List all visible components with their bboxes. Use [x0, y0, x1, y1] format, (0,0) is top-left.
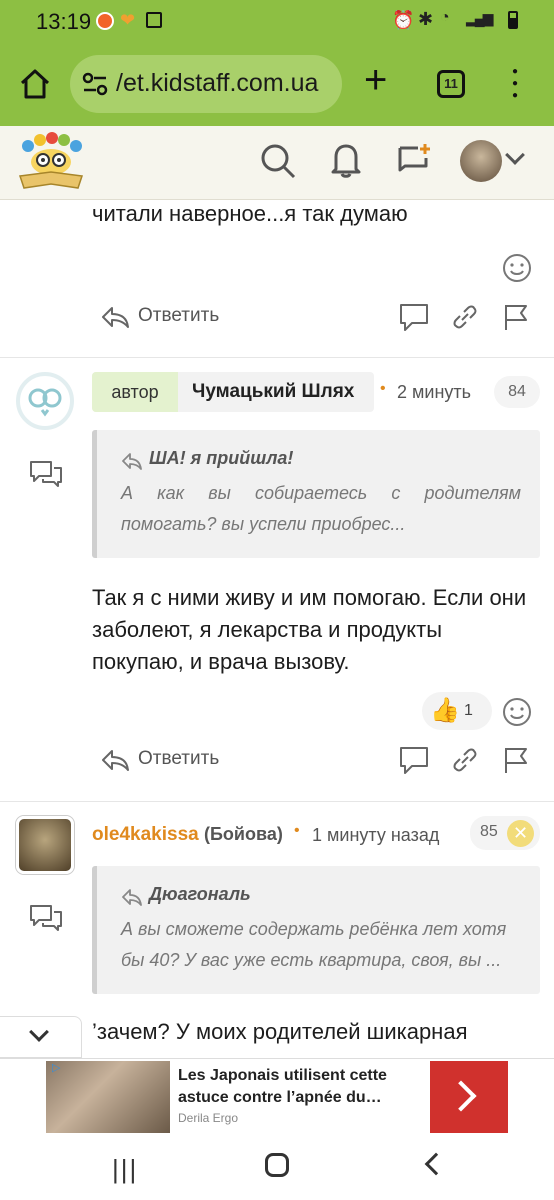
- reply-label: Ответить: [138, 748, 220, 769]
- avatar[interactable]: [16, 816, 74, 874]
- link-icon[interactable]: [452, 747, 478, 773]
- back-icon[interactable]: [424, 1152, 448, 1176]
- comment-divider: [0, 801, 554, 802]
- flag-icon[interactable]: [502, 745, 530, 775]
- comment-text: ’зачем? У моих родителей шикарная: [92, 1019, 468, 1044]
- ad-open-button[interactable]: [430, 1061, 508, 1133]
- search-icon[interactable]: [259, 142, 297, 180]
- browser-toolbar: /et.kidstaff.com.ua + 11 ● ● ●: [0, 44, 554, 126]
- comment-icon[interactable]: [398, 302, 430, 332]
- ad-image: [46, 1061, 170, 1133]
- user-avatar[interactable]: [460, 140, 502, 182]
- notification-icon: [96, 12, 114, 30]
- image-icon: [146, 12, 162, 28]
- author-name[interactable]: ole4kakissa: [92, 824, 199, 846]
- comment-time: 1 минуту назад: [312, 825, 440, 845]
- quote-author[interactable]: ША! я прийшла!: [149, 448, 293, 469]
- author-name[interactable]: Чумацький Шлях: [192, 381, 354, 403]
- thumbs-up-icon: 👍: [430, 697, 460, 724]
- ad-title: Les Japonais utilisent cette astuce cont…: [178, 1067, 387, 1106]
- quote-block: Дюагональ А вы сможете содержать ребёнка…: [92, 866, 540, 994]
- reply-icon: [122, 889, 142, 906]
- link-icon[interactable]: [452, 304, 478, 330]
- new-message-icon[interactable]: [396, 142, 432, 178]
- url-bar[interactable]: /et.kidstaff.com.ua: [70, 55, 342, 113]
- home-icon[interactable]: [18, 67, 52, 101]
- emoji-reaction-icon[interactable]: [502, 253, 532, 283]
- reply-icon: [122, 453, 142, 470]
- close-icon[interactable]: ✕: [507, 820, 534, 847]
- quote-author[interactable]: Дюагональ: [149, 884, 251, 905]
- menu-icon[interactable]: ● ● ●: [512, 66, 520, 102]
- ad-source: Derila Ergo: [178, 1111, 239, 1125]
- home-button-icon[interactable]: [265, 1153, 289, 1177]
- status-bar: 13:19 ❤ ⏰ ✱ ◔ ▂▄▆: [0, 0, 554, 44]
- heart-icon: ❤: [120, 10, 136, 30]
- comment-text: Так я с ними живу и им помогаю. Если они…: [92, 585, 527, 674]
- new-tab-icon[interactable]: +: [364, 58, 387, 103]
- tab-count-button[interactable]: 11: [437, 70, 465, 98]
- comment-counter: 84: [494, 376, 540, 408]
- url-text: /et.kidstaff.com.ua: [116, 69, 319, 97]
- emoji-reaction-icon[interactable]: [502, 697, 532, 727]
- reply-label: Ответить: [138, 305, 220, 326]
- chevron-down-icon: [29, 1022, 49, 1042]
- system-nav-bar: |||: [0, 1134, 554, 1200]
- battery-icon: [508, 11, 518, 29]
- separator-dot: •: [294, 822, 300, 839]
- recent-apps-icon[interactable]: |||: [112, 1154, 138, 1185]
- chevron-right-icon: [445, 1080, 477, 1112]
- comment-divider: [0, 357, 554, 358]
- flag-icon[interactable]: [502, 302, 530, 332]
- comment-text: читали наверное...я так думаю: [92, 201, 408, 226]
- author-note: (Бойова): [204, 824, 283, 844]
- author-badge: автор: [92, 372, 178, 412]
- private-message-icon[interactable]: [29, 460, 63, 488]
- site-settings-icon[interactable]: [82, 72, 108, 96]
- separator-dot: •: [380, 380, 386, 397]
- bell-icon[interactable]: [330, 141, 362, 179]
- quote-text: А как вы собираетесь с родителям помогат…: [121, 483, 521, 534]
- site-header: [0, 126, 554, 200]
- quote-text: А вы сможете содержать ребёнка лет хотя …: [121, 919, 507, 970]
- wifi-icon: ◔: [440, 9, 450, 26]
- reply-button[interactable]: Ответить: [100, 303, 240, 333]
- bluetooth-icon: ✱: [418, 9, 434, 29]
- chevron-down-icon[interactable]: [505, 145, 525, 165]
- comment-time: 2 минуть: [397, 382, 472, 402]
- reply-icon: [102, 750, 129, 771]
- alarm-icon: ⏰: [392, 10, 415, 30]
- like-count: 1: [464, 702, 473, 719]
- reply-icon: [102, 307, 129, 328]
- author-info: автор Чумацький Шлях: [92, 372, 374, 412]
- status-time: 13:19: [36, 9, 92, 34]
- scroll-down-button[interactable]: [0, 1016, 82, 1058]
- avatar[interactable]: [16, 372, 74, 430]
- ad-banner[interactable]: ▷ Les Japonais utilisent cette astuce co…: [0, 1058, 554, 1134]
- owl-avatar-icon: [28, 388, 62, 417]
- signal-icon: ▂▄▆: [466, 10, 493, 26]
- like-reaction[interactable]: 👍 1: [422, 692, 492, 730]
- ad-choices-icon[interactable]: ▷: [52, 1061, 60, 1074]
- site-logo[interactable]: [16, 132, 86, 192]
- private-message-icon[interactable]: [29, 904, 63, 932]
- quote-block: ША! я прийшла! А как вы собираетесь с ро…: [92, 430, 540, 558]
- comment-icon[interactable]: [398, 745, 430, 775]
- reply-button[interactable]: Ответить: [100, 746, 240, 776]
